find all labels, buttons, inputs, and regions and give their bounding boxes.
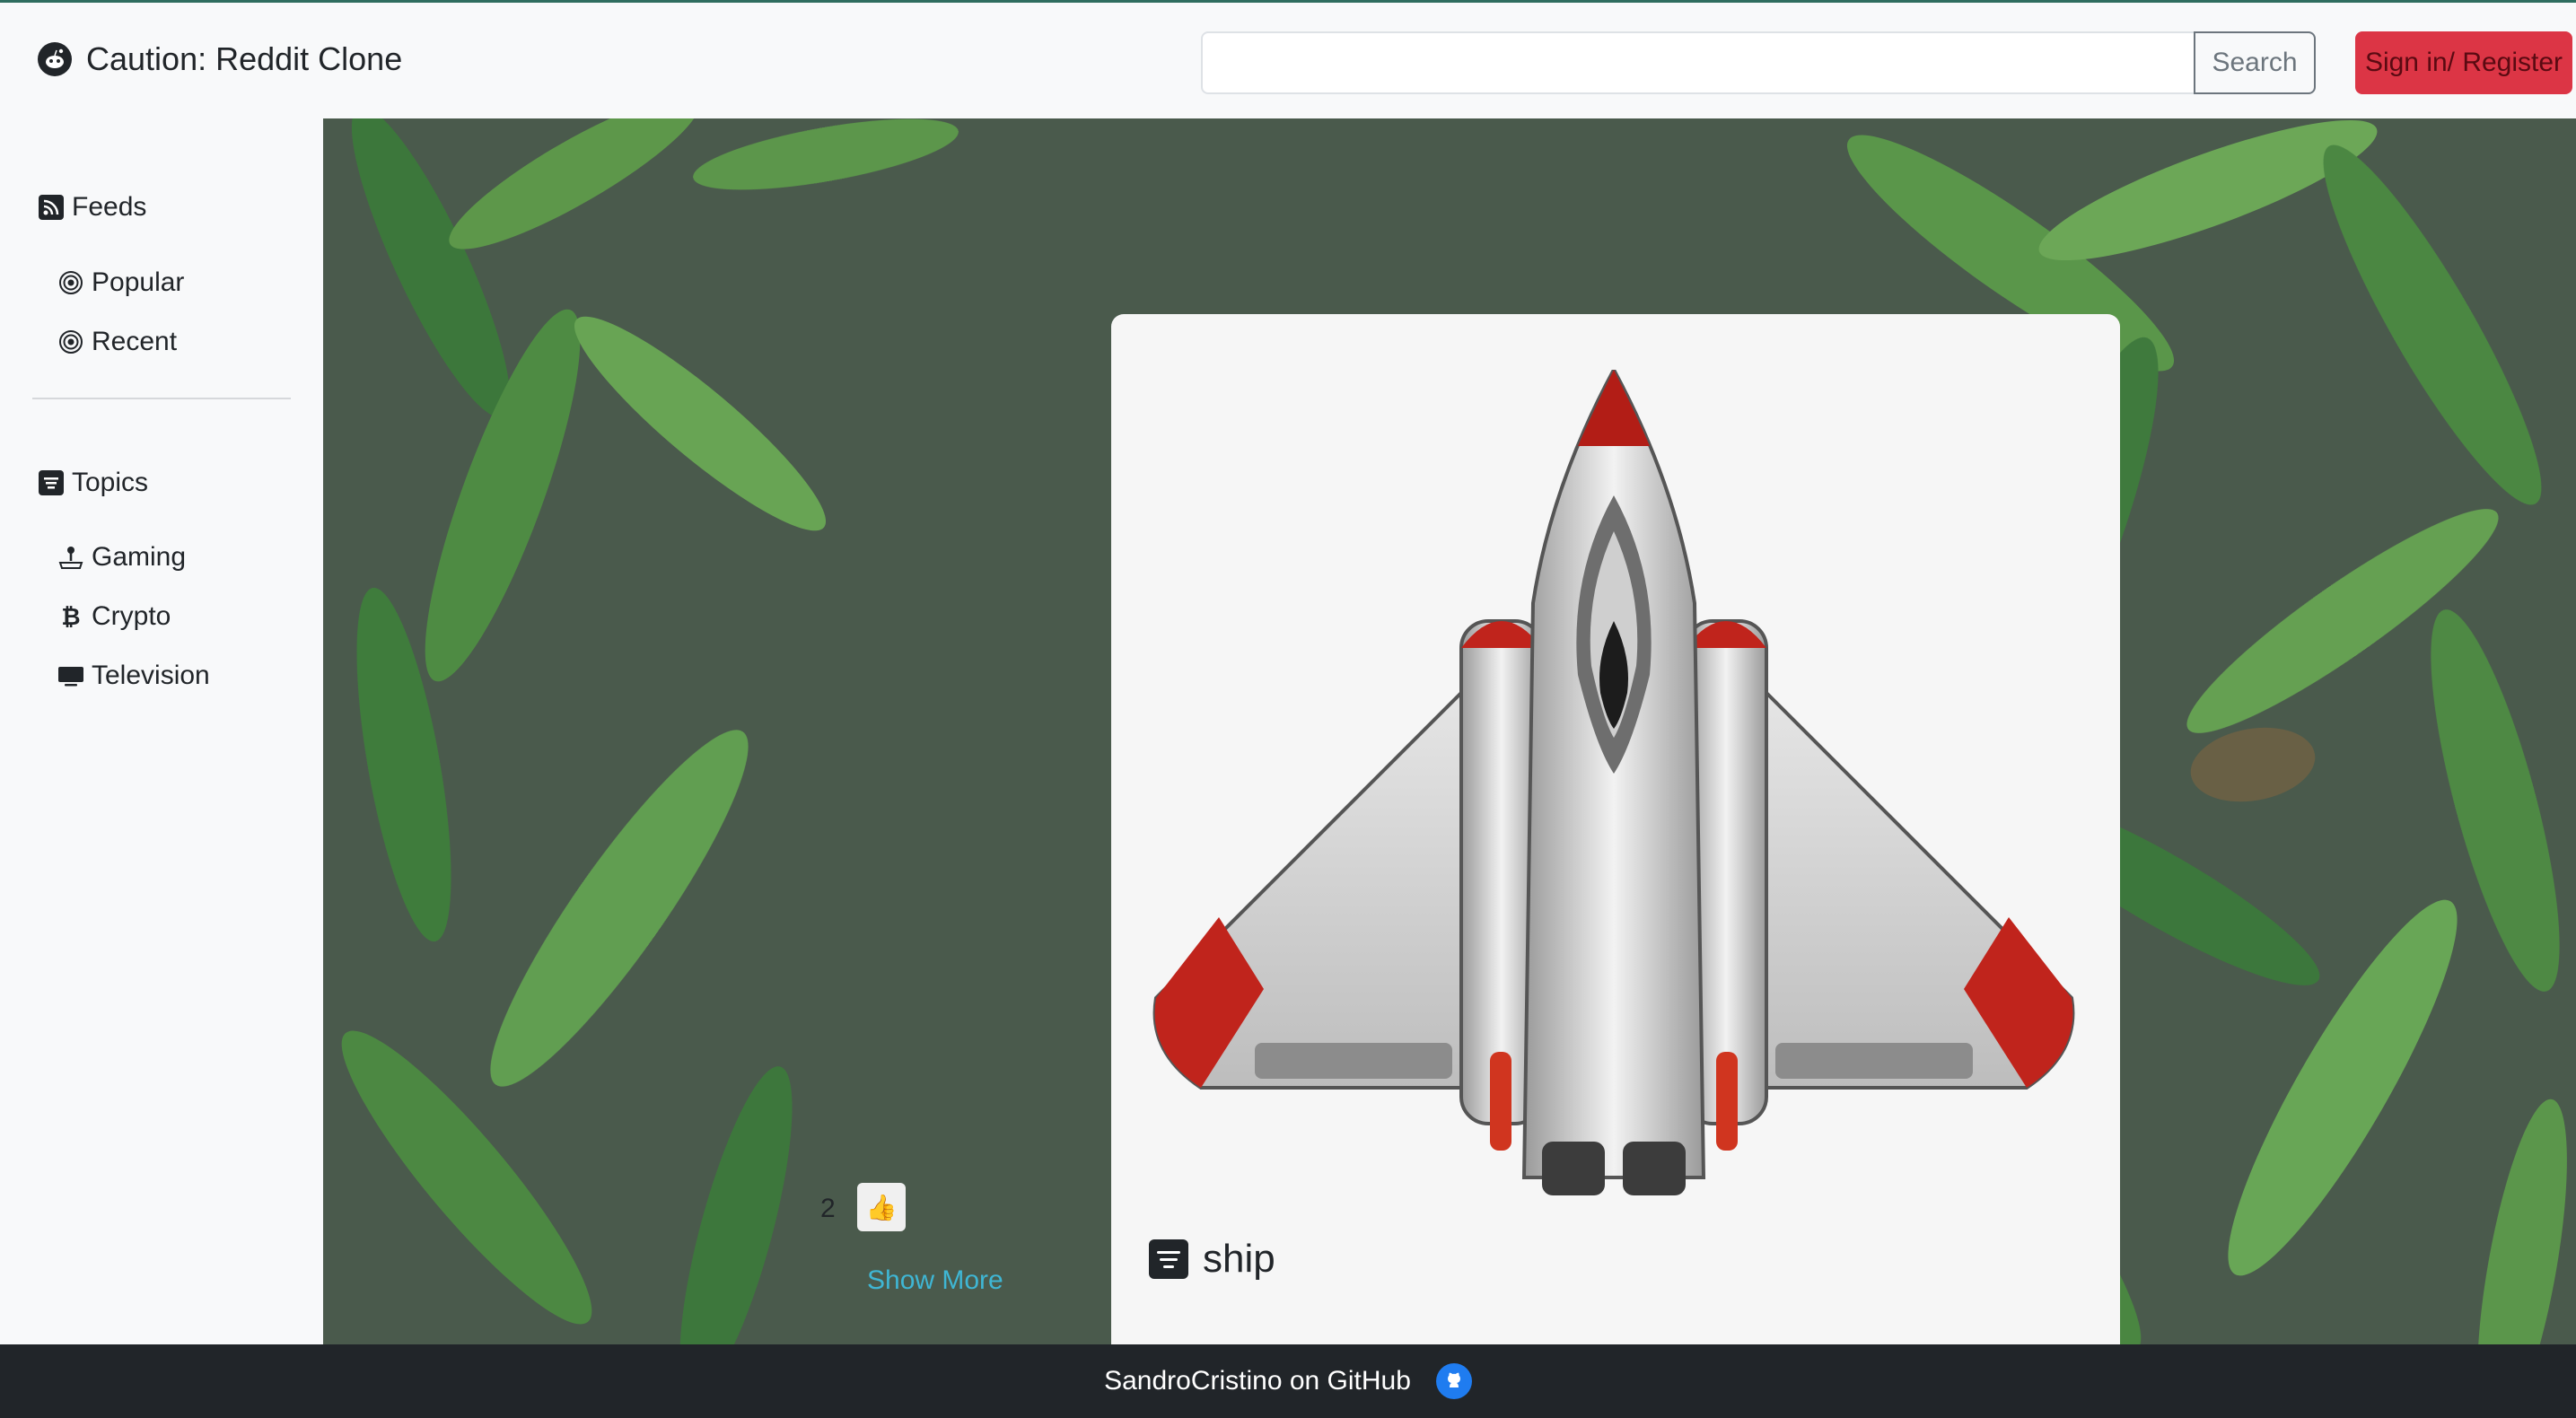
main-content: ship <box>323 118 2576 1344</box>
thumbs-up-icon: 👍 <box>865 1193 898 1221</box>
github-icon[interactable] <box>1435 1363 1472 1399</box>
spaceship-image[interactable] <box>1138 370 2090 1231</box>
feeds-heading-label: Feeds <box>72 192 147 222</box>
rss-icon <box>38 194 65 221</box>
like-button[interactable]: 👍 <box>857 1183 906 1231</box>
target-icon <box>57 269 84 296</box>
topics-heading-label: Topics <box>72 468 149 497</box>
top-navbar: Caution: Reddit Clone Search Sign in/ Re… <box>0 0 2576 118</box>
sidebar-item-gaming[interactable]: Gaming <box>57 542 186 573</box>
brand-link[interactable]: Caution: Reddit Clone <box>38 40 402 78</box>
footer: SandroCristino on GitHub <box>0 1344 2576 1418</box>
sidebar-item-label: Popular <box>92 267 185 297</box>
footer-github-link[interactable]: SandroCristino on GitHub <box>1104 1366 1411 1396</box>
vote-count: 2 <box>820 1194 836 1223</box>
brand-title: Caution: Reddit Clone <box>86 40 403 77</box>
post-title: ship <box>1203 1237 1275 1281</box>
topics-heading: Topics <box>38 468 148 498</box>
sidebar-item-label: Crypto <box>92 601 171 631</box>
feeds-heading: Feeds <box>38 192 146 223</box>
bitcoin-icon: ₿ <box>61 602 81 630</box>
target-icon <box>57 328 84 355</box>
sidebar-item-popular[interactable]: Popular <box>57 267 184 298</box>
joystick-icon <box>57 544 84 571</box>
sidebar-item-label: Recent <box>92 327 178 356</box>
sidebar-divider <box>32 398 291 399</box>
topic-icon <box>1149 1239 1188 1279</box>
show-more-link[interactable]: Show More <box>867 1265 1003 1296</box>
search-input[interactable] <box>1201 31 2195 94</box>
sidebar-item-label: Gaming <box>92 542 187 572</box>
sidebar-item-recent[interactable]: Recent <box>57 327 177 357</box>
sign-in-register-button[interactable]: Sign in/ Register <box>2355 31 2572 94</box>
post-card: ship <box>1111 314 2120 1344</box>
tv-icon <box>57 662 84 689</box>
post-title-row[interactable]: ship <box>1149 1237 1275 1282</box>
sidebar-item-crypto[interactable]: ₿ Crypto <box>57 601 171 632</box>
reddit-logo-icon <box>38 42 72 76</box>
topics-icon <box>38 469 65 496</box>
search-button[interactable]: Search <box>2194 31 2316 94</box>
sidebar: Feeds Popular Recent Topics Gaming ₿ Cry… <box>0 118 323 1344</box>
sidebar-item-television[interactable]: Television <box>57 661 210 691</box>
sidebar-item-label: Television <box>92 661 210 690</box>
